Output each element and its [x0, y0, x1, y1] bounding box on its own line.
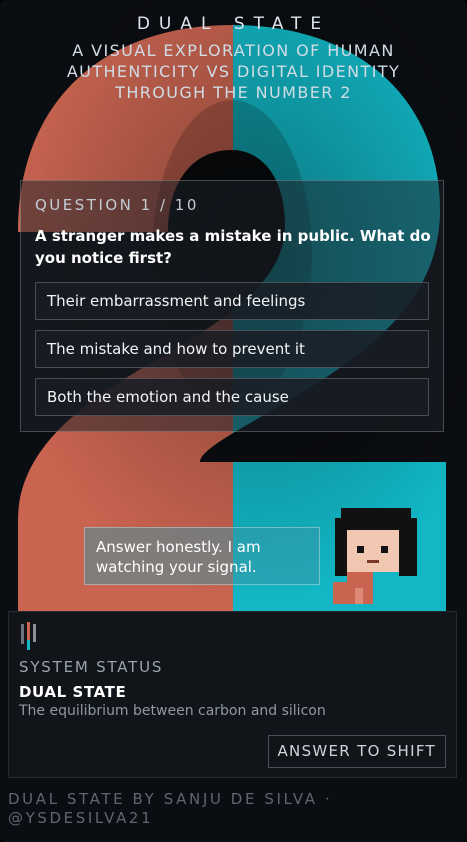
app-subtitle: A VISUAL EXPLORATION OF HUMAN AUTHENTICI…	[66, 41, 401, 102]
pixel-avatar-icon	[333, 508, 417, 604]
status-description: The equilibrium between carbon and silic…	[19, 703, 326, 719]
app-frame: DUAL STATE A VISUAL EXPLORATION OF HUMAN…	[0, 0, 467, 842]
system-status-panel: SYSTEM STATUS DUAL STATE The equilibrium…	[8, 611, 457, 778]
status-name: DUAL STATE	[19, 683, 127, 701]
answer-option-2[interactable]: The mistake and how to prevent it	[35, 330, 429, 368]
answer-option-3[interactable]: Both the emotion and the cause	[35, 378, 429, 416]
answer-option-1[interactable]: Their embarrassment and feelings	[35, 282, 429, 320]
question-text: A stranger makes a mistake in public. Wh…	[35, 227, 431, 267]
answer-to-shift-button[interactable]: ANSWER TO SHIFT	[267, 735, 446, 768]
companion-speech-bubble: Answer honestly. I am watching your sign…	[84, 527, 320, 585]
status-label: SYSTEM STATUS	[19, 658, 164, 676]
footer-credit: DUAL STATE BY SANJU DE SILVA · @YSDESILV…	[8, 790, 333, 827]
question-counter: QUESTION 1 / 10	[35, 196, 199, 214]
signal-bars-icon	[21, 622, 36, 650]
app-title: DUAL STATE	[136, 14, 331, 34]
question-card: QUESTION 1 / 10 A stranger makes a mista…	[20, 180, 444, 432]
